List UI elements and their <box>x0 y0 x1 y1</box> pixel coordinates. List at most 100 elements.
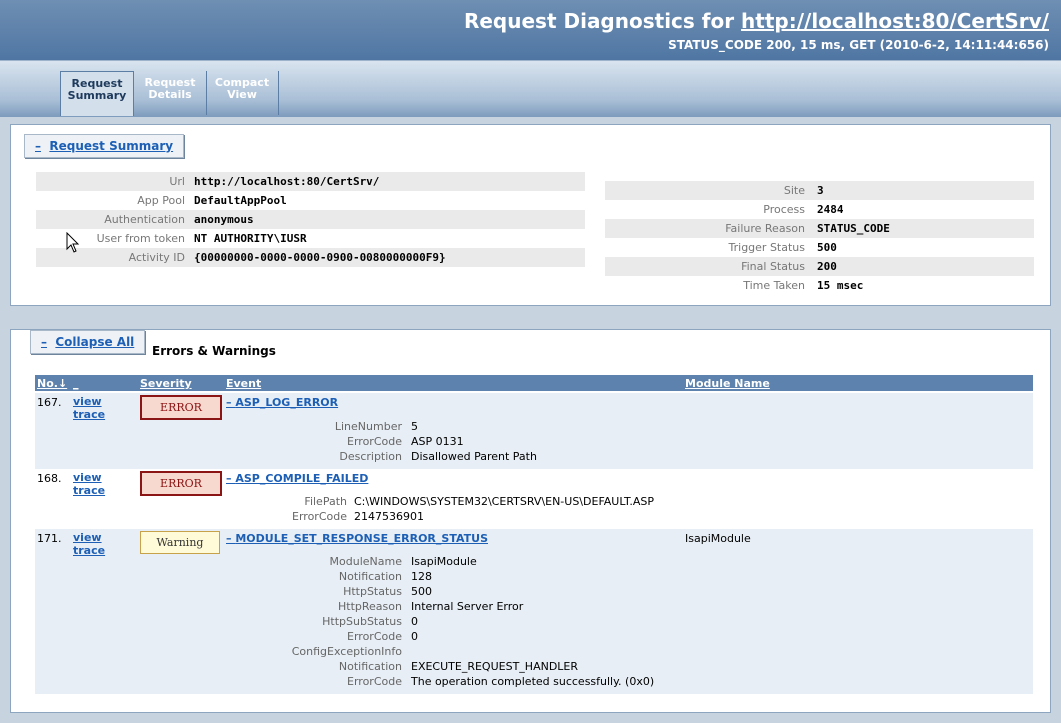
mouse-cursor-icon <box>66 232 80 253</box>
detail-key: ErrorCode <box>347 630 402 643</box>
expand-toggle-icon[interactable]: – <box>226 472 232 485</box>
page-title: Request Diagnostics for http://localhost… <box>464 9 1049 33</box>
detail-key: ModuleName <box>329 555 402 568</box>
tab-request-summary[interactable]: Request Summary <box>60 71 134 116</box>
detail-value: 0 <box>411 630 418 643</box>
detail-value: ASP 0131 <box>411 435 464 448</box>
view-trace-line2[interactable]: trace <box>73 408 105 421</box>
errors-warnings-title: Errors & Warnings <box>152 344 276 358</box>
summary-key: Final Status <box>741 260 805 273</box>
table-row: 167. view trace ERROR – ASP_LOG_ERROR Lin… <box>35 393 1033 469</box>
view-trace-link[interactable]: view trace <box>73 471 105 497</box>
detail-key: Description <box>339 450 402 463</box>
col-severity[interactable]: Severity <box>140 377 192 390</box>
summary-value: NT AUTHORITY\IUSR <box>194 232 307 245</box>
entry-number: 171. <box>37 532 62 545</box>
summary-key: Process <box>763 203 805 216</box>
summary-value: 200 <box>817 260 837 273</box>
summary-value: STATUS_CODE <box>817 222 890 235</box>
collapse-all-label[interactable]: Collapse All <box>55 335 134 349</box>
detail-key: HttpReason <box>338 600 402 613</box>
detail-key: ErrorCode <box>347 435 402 448</box>
expand-toggle-icon[interactable]: – <box>226 532 232 545</box>
detail-key: HttpStatus <box>343 585 402 598</box>
request-summary-toggle[interactable]: – Request Summary <box>24 134 185 158</box>
summary-row-final-status: Final Status 200 <box>605 257 1034 276</box>
collapse-icon[interactable]: – <box>41 335 47 349</box>
summary-key: Trigger Status <box>728 241 805 254</box>
errors-table-header: No.↓ _ Severity Event Module Name <box>35 375 1033 391</box>
view-trace-link[interactable]: view trace <box>73 531 105 557</box>
col-blank[interactable]: _ <box>73 377 79 390</box>
detail-key: Notification <box>338 570 402 583</box>
summary-value: 2484 <box>817 203 844 216</box>
detail-key: HttpSubStatus <box>322 615 402 628</box>
module-name: IsapiModule <box>685 532 751 545</box>
view-trace-line1[interactable]: view <box>73 395 102 408</box>
detail-value: Disallowed Parent Path <box>411 450 537 463</box>
event-link[interactable]: – ASP_COMPILE_FAILED <box>226 472 368 485</box>
collapse-all-button[interactable]: – Collapse All <box>30 330 146 354</box>
summary-value: anonymous <box>194 213 254 226</box>
col-module-name[interactable]: Module Name <box>685 377 770 390</box>
view-trace-line1[interactable]: view <box>73 471 102 484</box>
tab-label-line2: Details <box>148 88 192 101</box>
col-event[interactable]: Event <box>226 377 261 390</box>
event-link[interactable]: – ASP_LOG_ERROR <box>226 396 338 409</box>
tab-label-line2: View <box>227 88 257 101</box>
summary-value: 3 <box>817 184 824 197</box>
detail-key: ConfigExceptionInfo <box>291 645 402 658</box>
detail-value: 128 <box>411 570 432 583</box>
errors-warnings-panel: – Collapse All Errors & Warnings No.↓ _ … <box>10 329 1051 713</box>
detail-value: 0 <box>411 615 418 628</box>
tab-request-details[interactable]: Request Details <box>134 71 207 115</box>
view-trace-line2[interactable]: trace <box>73 484 105 497</box>
severity-badge: ERROR <box>140 395 222 420</box>
detail-value: 2147536901 <box>354 510 424 523</box>
summary-value: DefaultAppPool <box>194 194 287 207</box>
detail-value: IsapiModule <box>411 555 477 568</box>
summary-row-authentication: Authentication anonymous <box>36 210 585 229</box>
summary-row-failure-reason: Failure Reason STATUS_CODE <box>605 219 1034 238</box>
tab-compact-view[interactable]: Compact View <box>206 71 279 115</box>
view-trace-link[interactable]: view trace <box>73 395 105 421</box>
summary-value: {00000000-0000-0000-0900-0080000000F9} <box>194 251 446 264</box>
summary-row-activity-id: Activity ID {00000000-0000-0000-0900-008… <box>36 248 585 267</box>
event-name[interactable]: MODULE_SET_RESPONSE_ERROR_STATUS <box>235 532 488 545</box>
severity-badge: ERROR <box>140 471 222 496</box>
detail-value: Internal Server Error <box>411 600 524 613</box>
summary-key: Time Taken <box>743 279 805 292</box>
detail-key: Notification <box>338 660 402 673</box>
detail-value: C:\WINDOWS\SYSTEM32\CERTSRV\EN-US\DEFAUL… <box>354 495 654 508</box>
expand-toggle-icon[interactable]: – <box>226 396 232 409</box>
view-trace-line2[interactable]: trace <box>73 544 105 557</box>
summary-row-app-pool: App Pool DefaultAppPool <box>36 191 585 210</box>
summary-row-trigger-status: Trigger Status 500 <box>605 238 1034 257</box>
col-no[interactable]: No.↓ <box>37 377 67 390</box>
summary-value: http://localhost:80/CertSrv/ <box>194 175 380 188</box>
status-line: STATUS_CODE 200, 15 ms, GET (2010-6-2, 1… <box>668 38 1049 52</box>
collapse-icon[interactable]: – <box>35 139 41 153</box>
request-url-link[interactable]: http://localhost:80/CertSrv/ <box>741 9 1049 33</box>
summary-row-url: Url http://localhost:80/CertSrv/ <box>36 172 585 191</box>
summary-key: Site <box>783 184 805 197</box>
detail-value: 5 <box>411 420 418 433</box>
view-trace-line1[interactable]: view <box>73 531 102 544</box>
summary-key: Authentication <box>104 213 185 226</box>
request-summary-panel: – Request Summary Url http://localhost:8… <box>10 124 1051 306</box>
event-name[interactable]: ASP_COMPILE_FAILED <box>235 472 368 485</box>
event-link[interactable]: – MODULE_SET_RESPONSE_ERROR_STATUS <box>226 532 488 545</box>
summary-value: 15 msec <box>817 279 864 292</box>
event-name[interactable]: ASP_LOG_ERROR <box>235 396 338 409</box>
summary-row-process: Process 2484 <box>605 200 1034 219</box>
summary-key: Failure Reason <box>725 222 805 235</box>
page-title-prefix: Request Diagnostics for <box>463 9 742 33</box>
summary-key: App Pool <box>137 194 185 207</box>
table-row: 171. view trace Warning – MODULE_SET_RESP… <box>35 529 1033 694</box>
summary-key: Url <box>169 175 185 188</box>
summary-row-user-from-token: User from token NT AUTHORITY\IUSR <box>36 229 585 248</box>
detail-value: 500 <box>411 585 432 598</box>
tab-bar: Request Summary Request Details Compact Vie… <box>0 60 1061 117</box>
request-summary-heading[interactable]: Request Summary <box>49 139 173 153</box>
detail-value: The operation completed successfully. (0… <box>411 675 655 688</box>
